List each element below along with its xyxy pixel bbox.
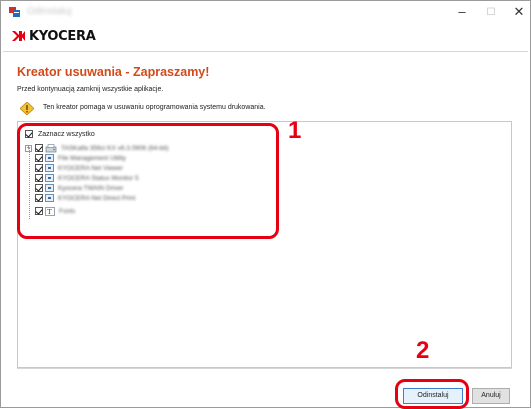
close-button[interactable]: ✕ (499, 1, 531, 25)
footer-divider (17, 368, 512, 369)
highlight-box-button (395, 379, 469, 409)
close-apps-instruction: Przed kontynuacją zamknij wszystkie apli… (17, 86, 164, 93)
callout-number-2: 2 (416, 337, 430, 364)
window-title: Odinstaluj (27, 6, 72, 17)
cancel-button[interactable]: Anuluj (472, 388, 510, 404)
title-bar[interactable]: Odinstaluj – ☐ ✕ (1, 1, 530, 25)
info-diamond-icon (20, 102, 34, 115)
wizard-heading: Kreator usuwania - Zapraszamy! (17, 65, 210, 79)
app-icon (9, 7, 20, 17)
info-text: Ten kreator pomaga w usuwaniu oprogramow… (43, 104, 266, 111)
highlight-box-tree (17, 123, 279, 239)
header-divider (3, 51, 528, 52)
logo-text: KYOCERA (29, 28, 96, 44)
kyocera-logo-icon (12, 31, 25, 41)
callout-number-1: 1 (288, 117, 302, 144)
uninstall-window: Odinstaluj – ☐ ✕ KYOCERA Kreator usuwani… (0, 0, 531, 409)
kyocera-logo: KYOCERA (11, 27, 96, 45)
